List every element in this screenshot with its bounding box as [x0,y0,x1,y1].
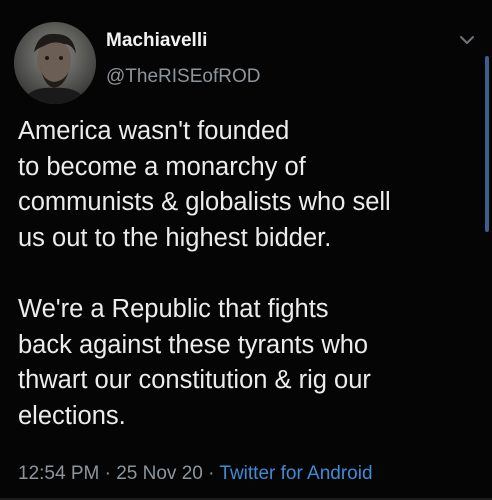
tweet-source-link[interactable]: Twitter for Android [219,463,372,484]
separator: · [99,463,117,484]
chevron-down-icon[interactable] [456,32,478,48]
scrollbar[interactable] [485,56,489,232]
author-handle[interactable]: @TheRISEofROD [106,66,260,88]
separator: · [202,463,220,484]
profile-photo-icon [14,22,96,104]
tweet-card: Machiavelli @TheRISEofROD America wasn't… [0,0,492,500]
avatar[interactable] [14,22,96,104]
tweet-meta: 12:54 PM · 25 Nov 20 · Twitter for Andro… [18,463,373,485]
tweet-date[interactable]: 25 Nov 20 [116,463,203,484]
tweet-text: America wasn't founded to become a monar… [18,117,391,430]
tweet-time[interactable]: 12:54 PM [18,463,99,484]
author-display-name[interactable]: Machiavelli [106,30,207,52]
